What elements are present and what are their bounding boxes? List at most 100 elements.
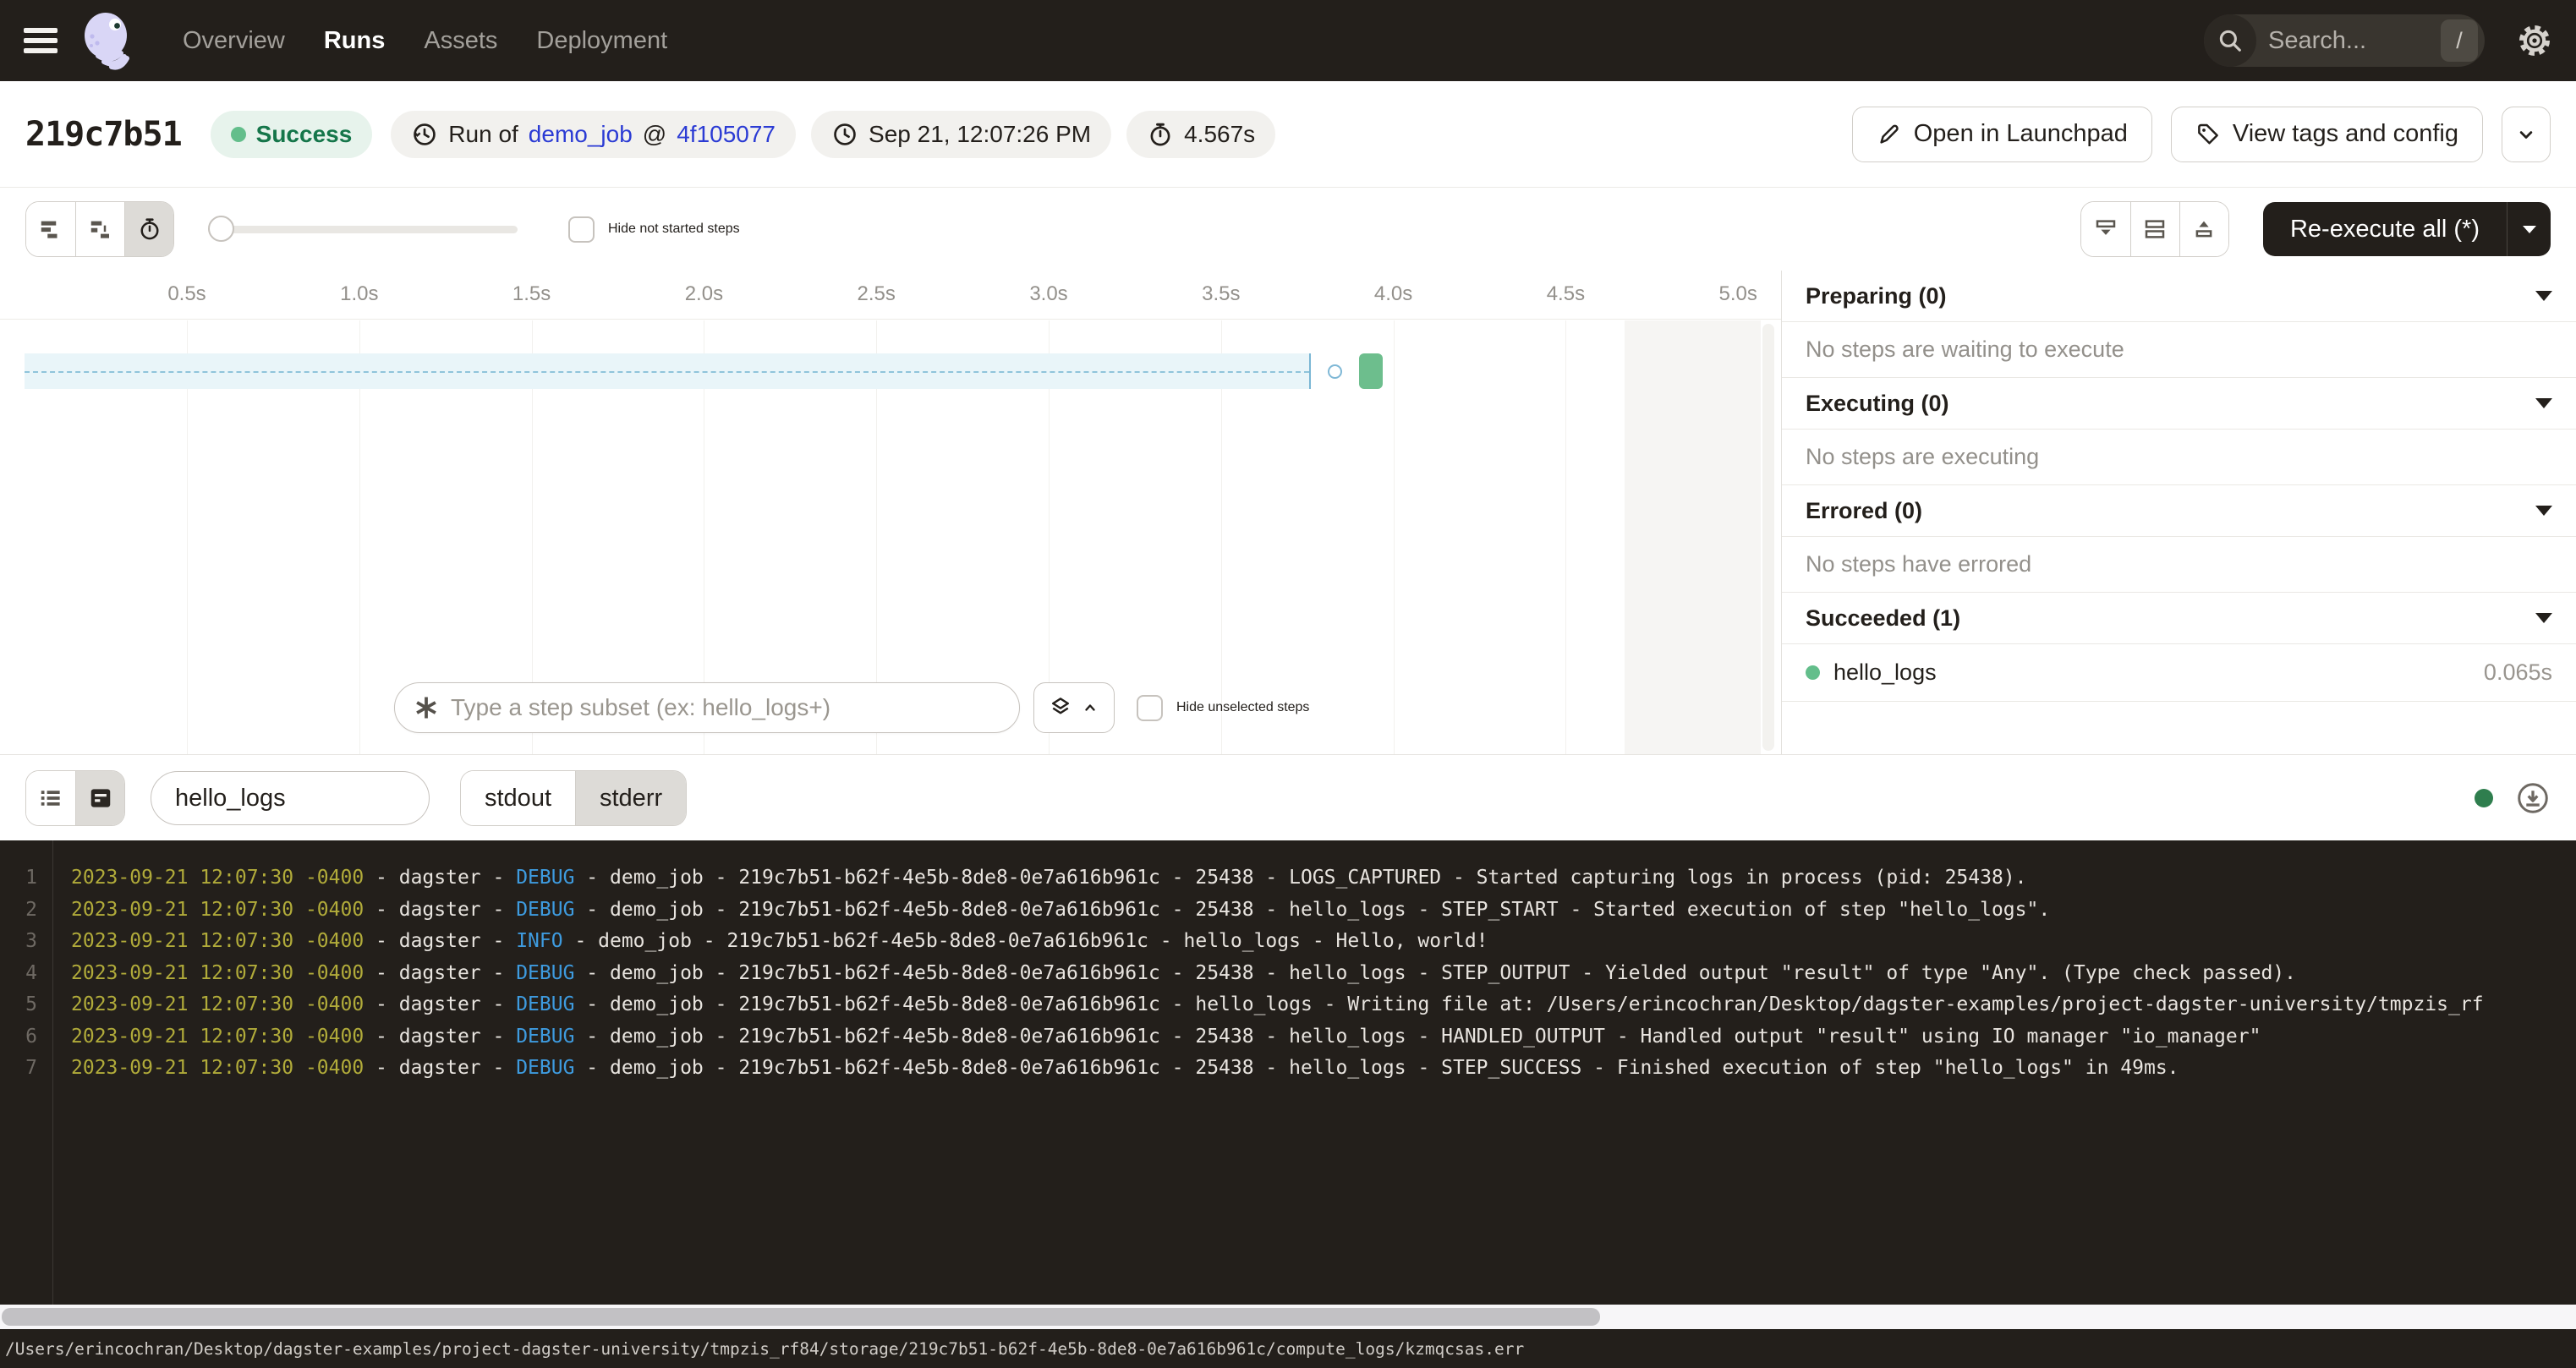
nav-item-runs[interactable]: Runs bbox=[324, 27, 386, 55]
gantt-toolbar: Hide not started steps bbox=[0, 188, 2576, 271]
search-placeholder: Search... bbox=[2256, 27, 2441, 55]
gantt-flat-view-button[interactable] bbox=[26, 202, 75, 256]
view-tags-config-button[interactable]: View tags and config bbox=[2171, 107, 2483, 162]
job-name-link[interactable]: demo_job bbox=[529, 121, 633, 148]
axis-tick-label: 4.0s bbox=[1374, 282, 1412, 306]
axis-tick-label: 0.5s bbox=[167, 282, 206, 306]
section-title: Errored (0) bbox=[1806, 498, 1922, 524]
step-subset-input[interactable]: Type a step subset (ex: hello_logs+) bbox=[394, 682, 1020, 733]
reexecute-all-label: Re-execute all (*) bbox=[2263, 202, 2507, 256]
menu-icon[interactable] bbox=[24, 28, 58, 53]
axis-tick-label: 2.5s bbox=[858, 282, 896, 306]
slider-knob[interactable] bbox=[208, 216, 234, 242]
graph-query-options-button[interactable] bbox=[1033, 682, 1115, 733]
raw-log-view-button[interactable] bbox=[75, 771, 124, 825]
top-nav: Overview Runs Assets Deployment Search..… bbox=[0, 0, 2576, 81]
panel-collapse-down-icon bbox=[2093, 216, 2118, 242]
gantt-zoom-slider[interactable] bbox=[208, 216, 518, 243]
caret-down-icon bbox=[2535, 398, 2552, 408]
line-number: 6 bbox=[0, 1021, 37, 1053]
log-view-mode-toggle bbox=[25, 770, 125, 826]
section-title: Preparing (0) bbox=[1806, 283, 1947, 309]
chevron-down-icon bbox=[2514, 123, 2538, 146]
search-icon bbox=[2204, 14, 2256, 67]
layers-icon bbox=[1048, 695, 1073, 720]
dagster-logo-icon[interactable] bbox=[79, 11, 135, 70]
line-number: 5 bbox=[0, 989, 37, 1021]
log-line: 32023-09-21 12:07:30 -0400 - dagster - I… bbox=[0, 926, 2576, 958]
axis-tick-label: 5.0s bbox=[1719, 282, 1757, 306]
raw-log-view[interactable]: 12023-09-21 12:07:30 -0400 - dagster - D… bbox=[0, 840, 2576, 1305]
section-title: Succeeded (1) bbox=[1806, 605, 1960, 632]
panel-split-icon bbox=[2142, 216, 2168, 242]
step-start-marker bbox=[1328, 364, 1342, 379]
op-selector-icon bbox=[414, 695, 439, 720]
gutter-separator bbox=[52, 840, 53, 1305]
run-of-prefix: Run of bbox=[448, 121, 518, 148]
hide-unselected-checkbox[interactable] bbox=[1137, 695, 1163, 721]
tab-stdout[interactable]: stdout bbox=[461, 771, 575, 825]
hide-not-started-checkbox[interactable] bbox=[568, 216, 595, 243]
gridline bbox=[1394, 320, 1395, 754]
list-icon bbox=[38, 785, 63, 811]
flat-view-icon bbox=[38, 216, 63, 242]
collapse-bottom-panel-button[interactable] bbox=[2081, 202, 2130, 256]
nav-item-deployment[interactable]: Deployment bbox=[536, 27, 667, 55]
axis-tick-label: 1.0s bbox=[340, 282, 378, 306]
search-input[interactable]: Search... / bbox=[2204, 14, 2485, 67]
stopwatch-icon bbox=[1147, 121, 1174, 148]
expand-bottom-panel-button[interactable] bbox=[2179, 202, 2228, 256]
nav-item-overview[interactable]: Overview bbox=[183, 27, 285, 55]
log-line: 62023-09-21 12:07:30 -0400 - dagster - D… bbox=[0, 1021, 2576, 1053]
hide-not-started-label: Hide not started steps bbox=[608, 222, 740, 237]
horizontal-scrollbar[interactable] bbox=[0, 1305, 2576, 1329]
run-duration: 4.567s bbox=[1184, 121, 1255, 148]
axis-tick-label: 4.5s bbox=[1547, 282, 1585, 306]
reexecute-all-button[interactable]: Re-execute all (*) bbox=[2263, 202, 2551, 256]
succeeded-step-name: hello_logs bbox=[1833, 659, 1937, 686]
log-line: 22023-09-21 12:07:30 -0400 - dagster - D… bbox=[0, 895, 2576, 927]
log-toolbar: hello_logs stdout stderr bbox=[0, 756, 2576, 840]
step-bar-hello-logs[interactable] bbox=[1359, 353, 1384, 389]
axis-tick-label: 1.5s bbox=[512, 282, 551, 306]
structured-log-view-button[interactable] bbox=[26, 771, 75, 825]
run-id-title: 219c7b51 bbox=[25, 115, 182, 154]
scrollbar-thumb[interactable] bbox=[2, 1308, 1600, 1326]
snapshot-id-link[interactable]: 4f105077 bbox=[677, 121, 776, 148]
open-in-launchpad-button[interactable]: Open in Launchpad bbox=[1852, 107, 2152, 162]
section-header-errored[interactable]: Errored (0) bbox=[1782, 485, 2576, 537]
split-panels-button[interactable] bbox=[2130, 202, 2179, 256]
stdout-stderr-tabs: stdout stderr bbox=[460, 770, 687, 826]
download-icon bbox=[2515, 780, 2551, 816]
section-header-executing[interactable]: Executing (0) bbox=[1782, 378, 2576, 430]
nav-item-assets[interactable]: Assets bbox=[424, 27, 497, 55]
settings-gear-icon[interactable] bbox=[2517, 23, 2552, 58]
log-line: 72023-09-21 12:07:30 -0400 - dagster - D… bbox=[0, 1053, 2576, 1085]
gantt-scrollbar[interactable] bbox=[1762, 324, 1774, 751]
history-icon bbox=[411, 121, 438, 148]
log-step-filter-input[interactable]: hello_logs bbox=[151, 771, 430, 825]
axis-tick-label: 3.5s bbox=[1202, 282, 1240, 306]
reexecute-dropdown-caret[interactable] bbox=[2507, 202, 2551, 256]
hide-not-started-checkbox-row[interactable]: Hide not started steps bbox=[568, 216, 740, 243]
caret-down-icon bbox=[2535, 613, 2552, 623]
section-header-preparing[interactable]: Preparing (0) bbox=[1782, 271, 2576, 322]
timed-view-stopwatch-icon bbox=[137, 216, 162, 242]
run-end-shade bbox=[1625, 320, 1761, 754]
tab-stderr[interactable]: stderr bbox=[575, 771, 686, 825]
line-number: 4 bbox=[0, 958, 37, 990]
waterfall-view-icon bbox=[88, 216, 113, 242]
success-dot-icon bbox=[1806, 665, 1820, 680]
log-capture-status-dot bbox=[2475, 789, 2493, 807]
succeeded-step-row[interactable]: hello_logs 0.065s bbox=[1782, 644, 2576, 702]
gantt-timed-view-button[interactable] bbox=[124, 202, 173, 256]
status-dot-icon bbox=[231, 127, 246, 142]
log-step-filter-value: hello_logs bbox=[175, 785, 286, 813]
gantt-waterfall-view-button[interactable] bbox=[75, 202, 124, 256]
gantt-view-mode-toggle bbox=[25, 201, 174, 257]
section-header-succeeded[interactable]: Succeeded (1) bbox=[1782, 593, 2576, 644]
run-duration-pill: 4.567s bbox=[1126, 111, 1275, 158]
hide-unselected-checkbox-row[interactable]: Hide unselected steps bbox=[1137, 695, 1309, 721]
run-actions-dropdown-button[interactable] bbox=[2502, 107, 2551, 162]
download-logs-button[interactable] bbox=[2515, 780, 2551, 816]
